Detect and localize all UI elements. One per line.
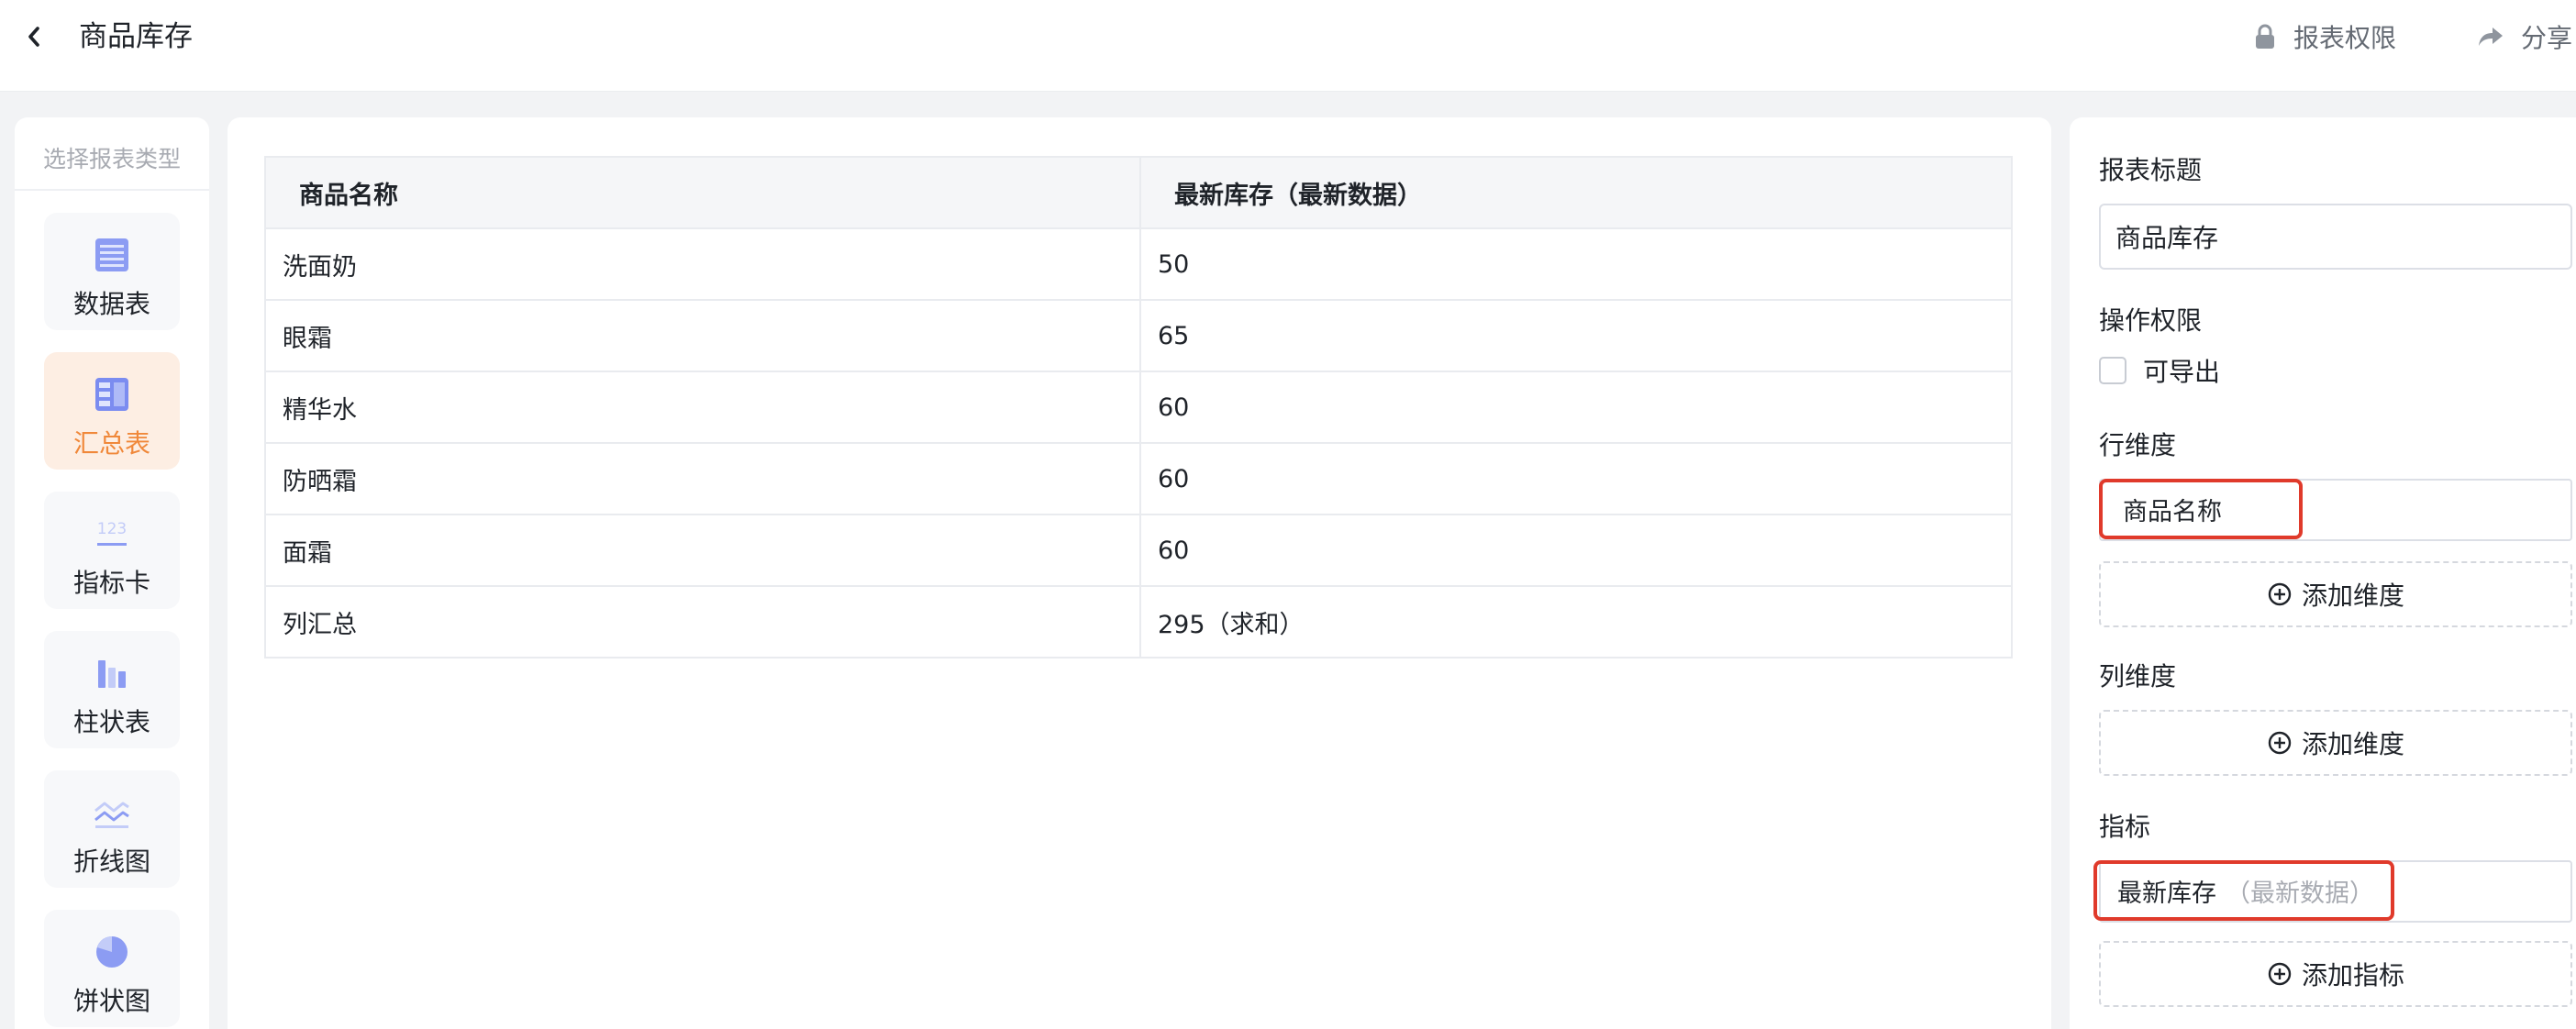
row-dimension-chip[interactable]: 商品名称: [2099, 479, 2303, 539]
table-cell: 眼霜: [264, 299, 1141, 372]
table-cell: 面霜: [264, 514, 1141, 587]
table-total-row: 列汇总 295（求和）: [264, 585, 2013, 658]
chevron-left-icon: [28, 27, 39, 47]
summary-table-icon: [95, 378, 128, 411]
add-row-dimension-button[interactable]: 添加维度: [2099, 561, 2572, 627]
report-type-line-chart[interactable]: 折线图: [44, 770, 180, 888]
report-permission-button[interactable]: 报表权限: [2253, 17, 2396, 57]
plus-circle-icon: [2268, 582, 2292, 606]
table-row: 防晒霜 60: [264, 442, 2013, 515]
report-type-label: 柱状表: [72, 707, 150, 737]
share-icon: [2479, 28, 2503, 46]
row-dimension-field: 商品名称: [2099, 479, 2572, 541]
report-title-input[interactable]: [2099, 204, 2572, 270]
report-type-summary-table[interactable]: 汇总表: [44, 352, 180, 470]
page-title: 商品库存: [79, 20, 193, 53]
table-row: 面霜 60: [264, 514, 2013, 587]
table-cell: 防晒霜: [264, 442, 1141, 515]
report-type-data-table[interactable]: 数据表: [44, 213, 180, 330]
sidebar-heading: 选择报表类型: [15, 117, 209, 191]
table-icon: [95, 238, 128, 271]
report-preview-panel: 商品名称 最新库存（最新数据） 洗面奶 50 眼霜 65 精华水 60 防晒霜 …: [228, 117, 2051, 1029]
table-row: 精华水 60: [264, 371, 2013, 444]
table-header-row: 商品名称 最新库存（最新数据）: [264, 156, 2013, 229]
table-row: 眼霜 65: [264, 299, 2013, 372]
table-cell: 60: [1139, 442, 2013, 515]
add-dimension-label: 添加维度: [2301, 581, 2404, 611]
add-dimension-label: 添加维度: [2301, 729, 2404, 759]
report-type-label: 指标卡: [72, 568, 150, 598]
share-label: 分享: [2521, 23, 2573, 53]
report-type-sidebar: 选择报表类型 数据表 汇总表 123 指标卡 柱状表 折线图 饼状图: [15, 117, 209, 1029]
table-cell: 60: [1139, 371, 2013, 444]
column-header: 最新库存（最新数据）: [1139, 156, 2013, 229]
table-cell: 洗面奶: [264, 227, 1141, 301]
report-type-label: 饼状图: [72, 986, 150, 1016]
share-button[interactable]: 分享: [2477, 17, 2572, 57]
report-title-label: 报表标题: [2099, 155, 2203, 185]
metric-card-icon: 123: [97, 520, 127, 546]
metric-name: 最新库存: [2117, 879, 2216, 908]
export-checkbox[interactable]: [2099, 357, 2126, 384]
metric-aggregation: （最新数据）: [2226, 879, 2374, 908]
add-metric-label: 添加指标: [2301, 960, 2404, 990]
report-type-label: 汇总表: [72, 428, 150, 459]
report-permission-label: 报表权限: [2293, 23, 2397, 53]
export-checkbox-row[interactable]: 可导出: [2099, 352, 2220, 389]
bar-chart-icon: [98, 660, 126, 688]
table-row: 洗面奶 50: [264, 227, 2013, 301]
line-chart-icon: [94, 802, 129, 828]
top-bar: 商品库存 报表权限 分享: [0, 0, 2576, 92]
plus-circle-icon: [2268, 731, 2292, 755]
summary-table: 商品名称 最新库存（最新数据） 洗面奶 50 眼霜 65 精华水 60 防晒霜 …: [264, 156, 2013, 658]
svg-text:123: 123: [97, 520, 127, 538]
lock-icon: [2256, 24, 2274, 49]
metric-chip[interactable]: 最新库存 （最新数据）: [2093, 860, 2394, 921]
report-type-bar-chart[interactable]: 柱状表: [44, 631, 180, 748]
pie-chart-icon: [96, 936, 128, 968]
report-config-panel: 报表标题 操作权限 可导出 行维度 商品名称 添加维度 列维度 添加维度 指标 …: [2070, 117, 2576, 1029]
table-cell: 50: [1139, 227, 2013, 301]
add-metric-button[interactable]: 添加指标: [2099, 941, 2572, 1007]
table-cell: 列汇总: [264, 585, 1141, 658]
table-cell: 65: [1139, 299, 2013, 372]
row-dimension-label: 行维度: [2099, 430, 2177, 460]
table-cell: 295（求和）: [1139, 585, 2013, 658]
metric-label: 指标: [2099, 812, 2151, 842]
report-type-label: 折线图: [72, 846, 150, 877]
add-column-dimension-button[interactable]: 添加维度: [2099, 710, 2572, 776]
table-cell: 60: [1139, 514, 2013, 587]
plus-circle-icon: [2268, 962, 2292, 986]
report-type-metric-card[interactable]: 123 指标卡: [44, 492, 180, 609]
row-dimension-value: 商品名称: [2123, 497, 2222, 526]
back-button[interactable]: [20, 20, 48, 53]
metric-field: 最新库存 （最新数据）: [2093, 860, 2572, 923]
column-dimension-label: 列维度: [2099, 661, 2177, 692]
column-header: 商品名称: [264, 156, 1141, 229]
operation-permission-label: 操作权限: [2099, 305, 2203, 336]
report-type-pie-chart[interactable]: 饼状图: [44, 910, 180, 1027]
report-type-label: 数据表: [72, 289, 150, 319]
export-checkbox-label: 可导出: [2143, 357, 2221, 387]
table-cell: 精华水: [264, 371, 1141, 444]
